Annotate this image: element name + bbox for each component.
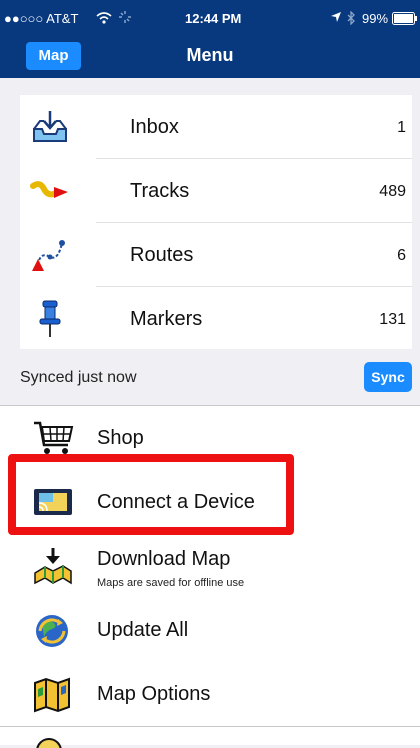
update-all-label: Update All: [97, 619, 189, 641]
sync-status: Synced just now: [20, 369, 137, 386]
tracks-icon: [30, 171, 70, 211]
partial-bulb-icon: [34, 736, 64, 748]
map-options-label: Map Options: [97, 683, 211, 705]
list-item-routes[interactable]: Routes 6: [20, 223, 412, 286]
list-item-update-all[interactable]: Update All: [0, 598, 420, 660]
status-bar: ●●○○○ AT&T 12:44 PM 99%: [0, 0, 420, 38]
inbox-label: Inbox: [130, 116, 179, 138]
list-item-markers[interactable]: Markers 131: [20, 287, 412, 350]
sync-button[interactable]: Sync: [364, 362, 412, 392]
battery-percent: 99%: [362, 11, 389, 26]
routes-count: 6: [397, 247, 406, 264]
shopping-cart-icon: [32, 419, 74, 457]
routes-label: Routes: [130, 244, 194, 266]
tracks-label: Tracks: [130, 180, 190, 202]
primary-list: Inbox 1 Tracks 489 Routes 6 Markers 131: [20, 95, 412, 349]
list-item-tracks[interactable]: Tracks 489: [20, 159, 412, 222]
highlight-box: [8, 454, 294, 535]
markers-label: Markers: [130, 308, 203, 330]
download-map-icon: [32, 547, 72, 585]
marker-pin-icon: [30, 299, 70, 339]
shop-label: Shop: [97, 427, 144, 449]
activity-icon: [118, 10, 132, 27]
clock-time: 12:44 PM: [185, 11, 242, 26]
bluetooth-icon: [346, 10, 356, 28]
list-item-inbox[interactable]: Inbox 1: [20, 95, 412, 158]
markers-count: 131: [379, 311, 406, 328]
page-title: Menu: [186, 45, 234, 65]
tracks-count: 489: [379, 183, 406, 200]
update-globe-icon: [32, 611, 72, 649]
routes-icon: [30, 235, 70, 275]
location-arrow-icon: [330, 11, 342, 26]
map-options-icon: [32, 675, 72, 713]
list-item-map-options[interactable]: Map Options: [0, 662, 420, 724]
wifi-icon: [96, 11, 112, 28]
inbox-count: 1: [397, 119, 406, 136]
inbox-icon: [30, 107, 70, 147]
carrier-label: ●●○○○ AT&T: [4, 11, 79, 26]
list-item-download-map[interactable]: Download Map Maps are saved for offline …: [0, 534, 420, 596]
download-map-subtitle: Maps are saved for offline use: [97, 577, 245, 589]
nav-bar: Map Menu: [0, 38, 420, 78]
download-map-label: Download Map: [97, 548, 231, 570]
battery-icon: [392, 12, 418, 28]
